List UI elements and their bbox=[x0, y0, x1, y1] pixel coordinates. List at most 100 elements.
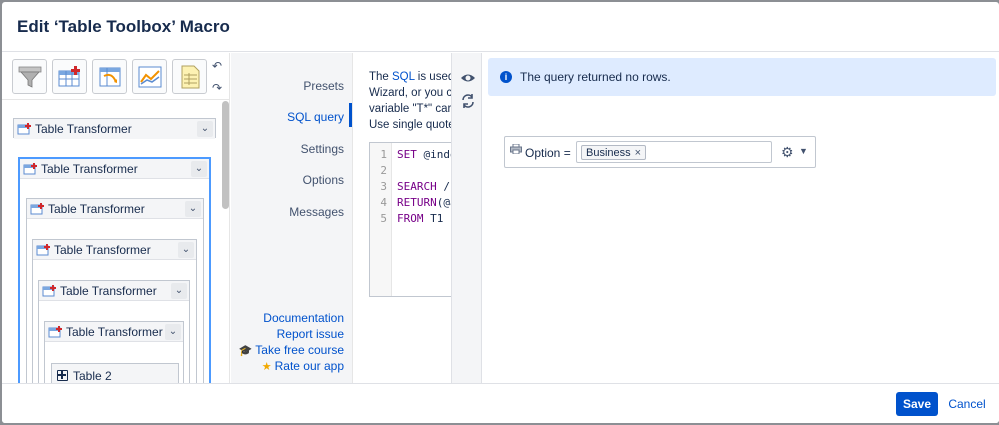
spreadsheet-tool-button[interactable] bbox=[172, 59, 207, 94]
tree-node-header: Table Transformer ⌄ bbox=[27, 199, 203, 219]
toolbox-scrollbar[interactable] bbox=[222, 101, 229, 209]
nav-item-messages[interactable]: Messages bbox=[289, 205, 344, 219]
sql-text: / bbox=[436, 180, 450, 193]
table-add-row-icon bbox=[58, 65, 80, 86]
tree-node-header: Table Transformer ⌄ bbox=[33, 240, 196, 260]
filter-tag: Business × bbox=[581, 145, 647, 160]
line-number: 4 bbox=[380, 196, 387, 209]
banner-message: The query returned no rows. bbox=[520, 70, 671, 84]
sql-query-panel: The SQL is used Wizard, or you c variabl… bbox=[352, 53, 451, 383]
chevron-down-icon[interactable]: ⌄ bbox=[178, 242, 194, 258]
settings-nav: Presets SQL query Settings Options Messa… bbox=[231, 53, 352, 383]
chevron-down-icon[interactable]: ⌄ bbox=[185, 201, 201, 217]
redo-icon[interactable]: ↷ bbox=[210, 81, 224, 95]
chevron-down-icon[interactable]: ⌄ bbox=[191, 161, 207, 177]
filter-funnel-icon bbox=[18, 66, 41, 88]
info-banner: i The query returned no rows. bbox=[488, 58, 996, 96]
sql-keyword: SET bbox=[397, 148, 417, 161]
nav-item-settings[interactable]: Settings bbox=[301, 142, 344, 156]
table-grid-icon bbox=[57, 370, 68, 381]
chevron-down-icon[interactable]: ⌄ bbox=[165, 324, 181, 340]
nav-item-presets[interactable]: Presets bbox=[303, 79, 344, 93]
undo-icon[interactable]: ↶ bbox=[210, 59, 224, 73]
tree-node[interactable]: Table Transformer ⌄ bbox=[13, 118, 216, 139]
printer-icon bbox=[510, 144, 522, 154]
refresh-icon[interactable] bbox=[460, 93, 476, 109]
preview-icon-strip bbox=[451, 53, 482, 383]
sql-keyword: RETURN bbox=[397, 196, 437, 209]
chevron-down-icon[interactable]: ⌄ bbox=[197, 121, 213, 137]
table-transformer-icon bbox=[48, 326, 62, 338]
sql-link[interactable]: SQL bbox=[392, 71, 415, 83]
line-chart-icon bbox=[138, 66, 161, 87]
documentation-link[interactable]: Documentation bbox=[263, 311, 344, 325]
rate-app-link[interactable]: ★ Rate our app bbox=[262, 359, 344, 373]
dialog-footer: Save Cancel bbox=[2, 383, 999, 423]
rate-app-label: Rate our app bbox=[274, 359, 344, 373]
tree-node-header: Table Transformer ⌄ bbox=[45, 322, 183, 342]
info-icon: i bbox=[500, 71, 512, 83]
line-number: 1 bbox=[380, 148, 387, 161]
toolbox-panel: ↶ ↷ Table Transformer ⌄ Table Transforme… bbox=[2, 53, 230, 383]
line-number: 5 bbox=[380, 212, 387, 225]
table-transformer-icon bbox=[17, 123, 31, 135]
sql-description: The SQL is used Wizard, or you c variabl… bbox=[369, 69, 451, 133]
toolbar-divider bbox=[2, 99, 229, 100]
dialog-header: Edit ‘Table Toolbox’ Macro bbox=[2, 2, 999, 52]
tree-node-header: Table Transformer ⌄ bbox=[20, 159, 209, 179]
table-transformer-icon bbox=[42, 285, 56, 297]
pivot-tool-button[interactable] bbox=[92, 59, 127, 94]
nav-item-sql-query[interactable]: SQL query bbox=[287, 110, 344, 124]
cancel-button[interactable]: Cancel bbox=[942, 392, 992, 416]
filter-tag-label: Business bbox=[586, 147, 631, 159]
code-line: SEARCH / bbox=[397, 180, 450, 193]
add-row-tool-button[interactable] bbox=[52, 59, 87, 94]
tree-node-label: Table Transformer bbox=[41, 162, 138, 176]
eye-icon[interactable] bbox=[460, 70, 476, 86]
tree-node-header: Table Transformer ⌄ bbox=[39, 281, 189, 301]
chart-tool-button[interactable] bbox=[132, 59, 167, 94]
table-pivot-icon bbox=[99, 67, 120, 86]
sql-text: @inde bbox=[423, 148, 451, 161]
code-line: RETURN(@a bbox=[397, 196, 451, 209]
code-line: SET @inde bbox=[397, 148, 451, 161]
sql-text: (@a bbox=[436, 196, 451, 209]
sql-keyword: FROM bbox=[397, 212, 424, 225]
free-course-link[interactable]: 🎓 Take free course bbox=[239, 343, 344, 357]
filter-label: Option = bbox=[525, 146, 571, 160]
tree-node-label: Table Transformer bbox=[35, 122, 132, 136]
chevron-down-icon[interactable]: ▼ bbox=[799, 146, 808, 156]
graduation-cap-icon: 🎓 bbox=[238, 345, 253, 357]
line-number-gutter: 1 2 3 4 5 bbox=[370, 143, 392, 296]
chevron-down-icon[interactable]: ⌄ bbox=[171, 283, 187, 299]
filter-value-input[interactable]: Business × bbox=[576, 141, 772, 163]
sql-code-editor[interactable]: 1 2 3 4 5 SET @inde SEARCH / RETURN(@a F… bbox=[369, 142, 451, 297]
preview-panel: i The query returned no rows. Option = B… bbox=[483, 53, 999, 383]
sql-desc-line-2: Wizard, or you c bbox=[369, 87, 451, 99]
tree-node-label: Table Transformer bbox=[48, 202, 145, 216]
table-label: Table 2 bbox=[73, 369, 112, 383]
tree-node-header: Table Transformer ⌄ bbox=[14, 119, 215, 139]
gear-icon[interactable]: ⚙ bbox=[781, 144, 794, 161]
sql-desc-line-4: Use single quote bbox=[369, 119, 451, 131]
line-number: 2 bbox=[380, 164, 387, 177]
sql-text: T1 bbox=[423, 212, 444, 225]
filter-bar: Option = Business × ⚙ ▼ bbox=[504, 136, 816, 168]
tree-node-label: Table Transformer bbox=[60, 284, 157, 298]
tree-node-label: Table Transformer bbox=[54, 243, 151, 257]
remove-tag-icon[interactable]: × bbox=[635, 147, 641, 159]
report-issue-link[interactable]: Report issue bbox=[277, 327, 344, 341]
code-line: FROM T1 bbox=[397, 212, 443, 225]
edit-macro-dialog: Edit ‘Table Toolbox’ Macro ↶ ↷ Table Tra… bbox=[2, 2, 999, 423]
nav-item-options[interactable]: Options bbox=[303, 173, 344, 187]
table-transformer-icon bbox=[23, 163, 37, 175]
save-button[interactable]: Save bbox=[896, 392, 938, 416]
tree-node-table[interactable]: Table 2 bbox=[51, 363, 179, 383]
star-icon: ★ bbox=[261, 361, 272, 373]
sql-desc-line-1: The SQL is used bbox=[369, 69, 451, 85]
filter-tool-button[interactable] bbox=[12, 59, 47, 94]
table-transformer-icon bbox=[36, 244, 50, 256]
desc-text: is used bbox=[414, 71, 451, 83]
desc-text: The bbox=[369, 71, 393, 83]
sql-desc-line-3: variable "T*" car bbox=[369, 103, 451, 115]
